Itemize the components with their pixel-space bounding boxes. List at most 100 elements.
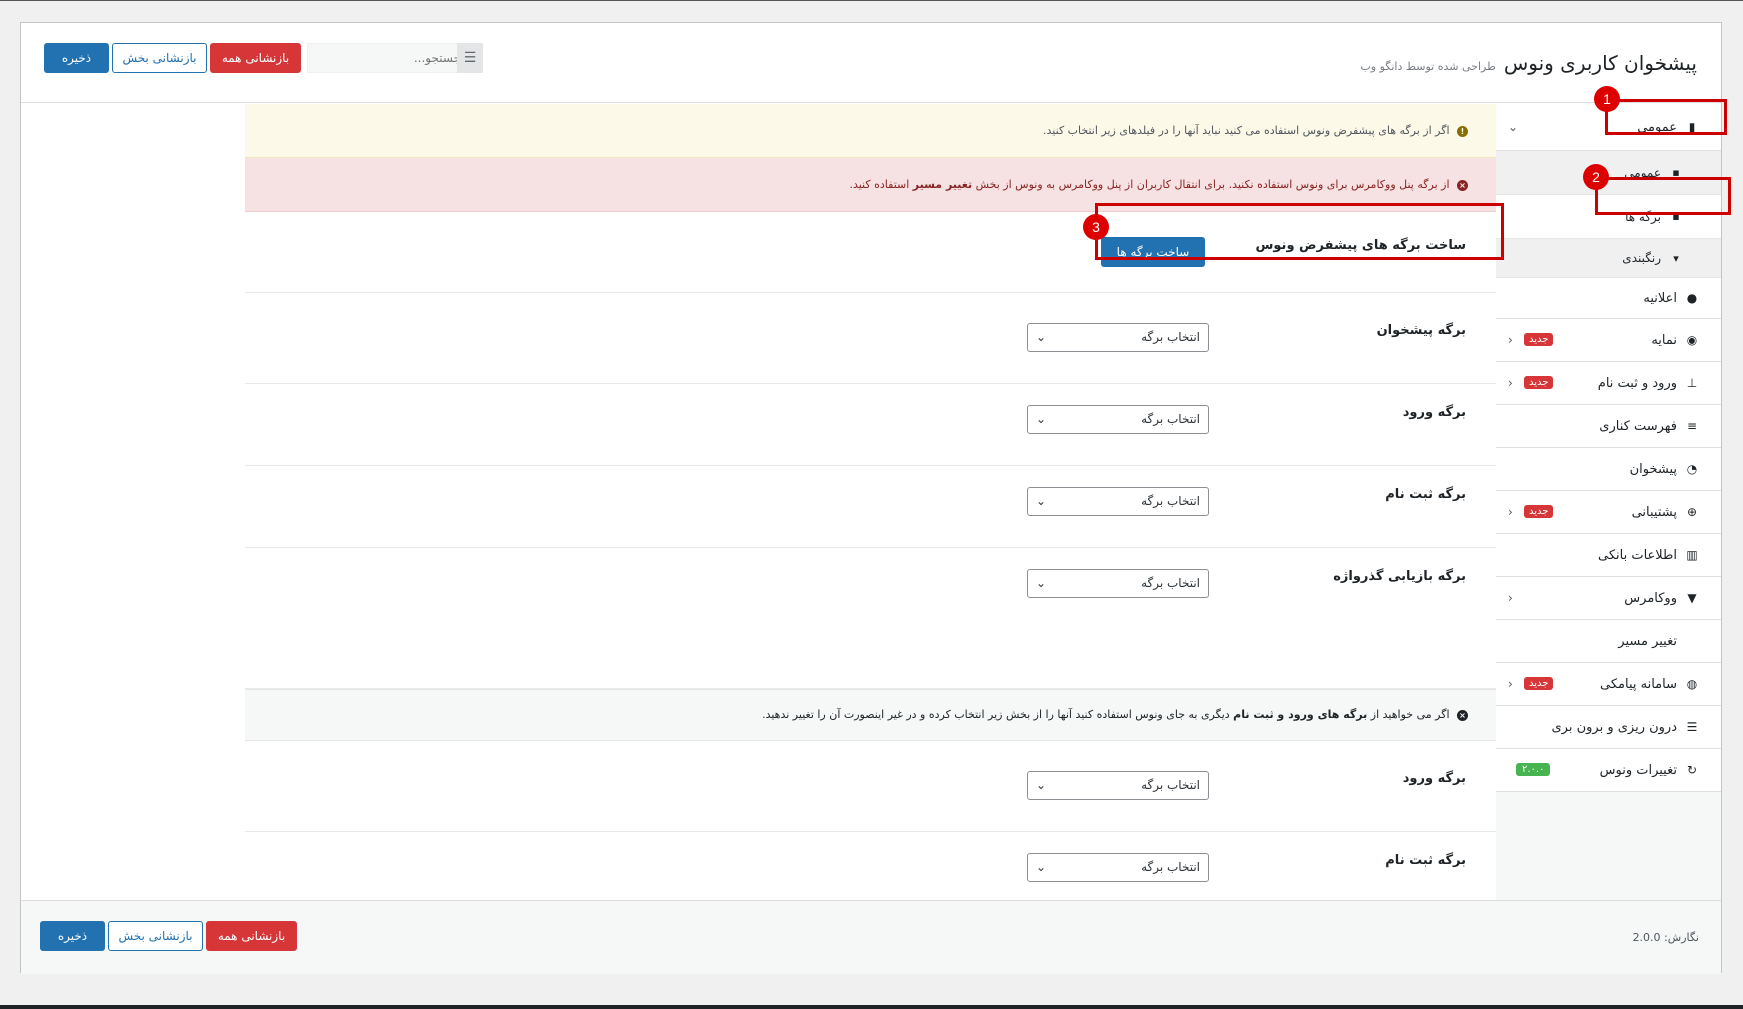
sidebar-item-changelog[interactable]: ↻ تغییرات ونوس ۲.۰.۰ — [1496, 749, 1721, 792]
notice-info-text-post: دیگری به جای ونوس استفاده کنید آنها را ا… — [762, 708, 1230, 721]
dashboard-icon: ◔ — [1686, 462, 1698, 476]
version-badge: ۲.۰.۰ — [1516, 763, 1551, 776]
row-label: برگه بازیابی گذرواژه — [1333, 569, 1466, 584]
sidebar-item-sms[interactable]: ◍ سامانه پیامکی جدید ‹ — [1496, 663, 1721, 706]
sidebar-item-label: ووکامرس — [1624, 590, 1677, 606]
chevron-down-icon: ⌄ — [1036, 778, 1047, 792]
lifebuoy-icon: ⊕ — [1686, 505, 1698, 519]
new-badge: جدید — [1524, 505, 1554, 518]
new-badge: جدید — [1524, 376, 1554, 389]
notice-info-text-pre: اگر می خواهید از — [1370, 708, 1450, 721]
new-badge: جدید — [1524, 677, 1554, 690]
chevron-left-icon: ‹ — [1508, 677, 1513, 691]
reset-section-button[interactable]: بازنشانی بخش — [112, 43, 207, 73]
reset-all-button-footer[interactable]: بازنشانی همه — [206, 921, 297, 951]
cart-icon: ▼ — [1687, 591, 1697, 605]
chevron-left-icon: ‹ — [1508, 591, 1513, 605]
user-circle-icon: ◉ — [1686, 333, 1698, 347]
custom-login-page-select[interactable]: انتخاب برگه ⌄ — [1027, 771, 1209, 800]
sidebar-item-login-register[interactable]: ⊥ ورود و ثبت نام جدید ‹ — [1496, 362, 1721, 405]
custom-register-page-select[interactable]: انتخاب برگه ⌄ — [1027, 853, 1209, 882]
bank-icon: ▥ — [1686, 548, 1698, 562]
page-subtitle: طراحی شده توسط دانگو وب — [1360, 60, 1496, 73]
chevron-down-icon: ⌄ — [1508, 120, 1519, 134]
refresh-icon: ↻ — [1686, 763, 1698, 777]
notice-error-bold: تغییر مسیر — [912, 178, 973, 191]
signpost-icon: ⊥ — [1686, 376, 1698, 390]
top-border — [0, 0, 1743, 1]
row-label: برگه ورود — [1402, 771, 1466, 786]
sidebar-item-label: نمایه — [1651, 332, 1677, 348]
row-label: برگه ثبت نام — [1385, 853, 1466, 868]
sidebar-item-label: اطلاعات بانکی — [1597, 547, 1677, 563]
select-value: انتخاب برگه — [1141, 494, 1200, 508]
sidebar-item-dashboard[interactable]: ◔ پیشخوان — [1496, 448, 1721, 491]
password-reset-page-select[interactable]: انتخاب برگه ⌄ — [1027, 569, 1209, 598]
custom-register-page-row: برگه ثبت نام انتخاب برگه ⌄ — [245, 823, 1496, 900]
chevron-down-icon: ⌄ — [1036, 330, 1047, 344]
annotation-number-1: 1 — [1594, 86, 1620, 112]
select-value: انتخاب برگه — [1141, 412, 1200, 426]
register-page-select[interactable]: انتخاب برگه ⌄ — [1027, 487, 1209, 516]
notice-info: × اگر می خواهید از برگه های ورود و ثبت ن… — [245, 689, 1496, 741]
chevron-left-icon: ‹ — [1508, 376, 1513, 390]
row-label: برگه پیشخوان — [1376, 323, 1466, 338]
select-value: انتخاب برگه — [1141, 778, 1200, 792]
sidebar-item-label: اعلانیه — [1643, 290, 1677, 306]
annotation-box-2 — [1595, 177, 1731, 215]
title-wrap: پیشخوان کاربری ونوس طراحی شده توسط دانگو… — [1360, 51, 1697, 75]
sidebar-item-label: فهرست کناری — [1599, 418, 1677, 434]
chevron-down-icon: ⌄ — [1036, 494, 1047, 508]
page-title: پیشخوان کاربری ونوس — [1503, 51, 1697, 75]
chevron-left-icon: ‹ — [1508, 333, 1513, 347]
search-input[interactable] — [307, 43, 470, 73]
expand-all-icon[interactable]: ☰ — [457, 43, 483, 73]
sidebar-item-bank-info[interactable]: ▥ اطلاعات بانکی — [1496, 534, 1721, 577]
sidebar-item-label: پشتیبانی — [1631, 504, 1677, 520]
sidebar-item-woocommerce[interactable]: ▼ ووکامرس ‹ — [1496, 577, 1721, 620]
chat-icon: ◍ — [1686, 677, 1698, 691]
close-circle-icon: × — [1457, 709, 1468, 721]
register-page-row: برگه ثبت نام انتخاب برگه ⌄ — [245, 457, 1496, 548]
chevron-down-icon: ⌄ — [1036, 576, 1047, 590]
custom-login-page-row: برگه ورود انتخاب برگه ⌄ — [245, 741, 1496, 832]
sidebar-item-announcement[interactable]: ● اعلانیه — [1496, 278, 1721, 319]
new-badge: جدید — [1524, 333, 1554, 346]
dashboard-page-select[interactable]: انتخاب برگه ⌄ — [1027, 323, 1209, 352]
select-value: انتخاب برگه — [1141, 860, 1200, 874]
notice-info-bold: برگه های ورود و ثبت نام — [1233, 708, 1368, 721]
row-label: برگه ثبت نام — [1385, 487, 1466, 502]
annotation-box-3 — [1095, 203, 1504, 260]
login-page-select[interactable]: انتخاب برگه ⌄ — [1027, 405, 1209, 434]
sidebar-item-label: رنگبندی — [1622, 251, 1661, 265]
sidebar-item-profile[interactable]: ◉ نمایه جدید ‹ — [1496, 319, 1721, 362]
notice-error-text-post: استفاده کنید. — [849, 178, 910, 191]
password-reset-page-row: برگه بازیابی گذرواژه انتخاب برگه ⌄ — [245, 539, 1496, 689]
row-label: برگه ورود — [1402, 405, 1466, 420]
settings-panel: پیشخوان کاربری ونوس طراحی شده توسط دانگو… — [20, 22, 1731, 974]
save-button-footer[interactable]: ذخیره — [40, 921, 105, 951]
reset-all-button[interactable]: بازنشانی همه — [210, 43, 301, 73]
version-label: نگارش: 2.0.0 — [1632, 931, 1699, 944]
chevron-down-icon: ⌄ — [1036, 860, 1047, 874]
notice-warning: ! اگر از برگه های پیشفرض ونوس استفاده می… — [245, 104, 1496, 158]
sidebar-item-side-menu[interactable]: ≡ فهرست کناری — [1496, 405, 1721, 448]
select-value: انتخاب برگه — [1141, 330, 1200, 344]
bottom-border — [0, 1005, 1743, 1009]
annotation-number-2: 2 — [1583, 164, 1609, 190]
info-icon: ! — [1457, 125, 1468, 137]
sidebar-item-colors[interactable]: ▾ رنگبندی — [1496, 239, 1721, 278]
sidebar-item-support[interactable]: ⊕ پشتیبانی جدید ‹ — [1496, 491, 1721, 534]
bell-icon: ● — [1686, 291, 1698, 305]
sidebar-item-import-export[interactable]: ☰ درون ریزی و برون بری — [1496, 706, 1721, 749]
login-page-row: برگه ورود انتخاب برگه ⌄ — [245, 375, 1496, 466]
save-button[interactable]: ذخیره — [44, 43, 109, 73]
sidebar-item-label: ورود و ثبت نام — [1597, 375, 1677, 391]
reset-section-button-footer[interactable]: بازنشانی بخش — [108, 921, 203, 951]
database-icon: ☰ — [1686, 720, 1698, 734]
panel-footer: نگارش: 2.0.0 ذخیره بازنشانی بخش بازنشانی… — [21, 900, 1721, 974]
sidebar-item-label: درون ریزی و برون بری — [1551, 719, 1677, 735]
dashboard-page-row: برگه پیشخوان انتخاب برگه ⌄ — [245, 293, 1496, 384]
annotation-number-3: 3 — [1083, 214, 1109, 240]
sidebar-item-redirect[interactable]: تغییر مسیر — [1496, 620, 1721, 663]
